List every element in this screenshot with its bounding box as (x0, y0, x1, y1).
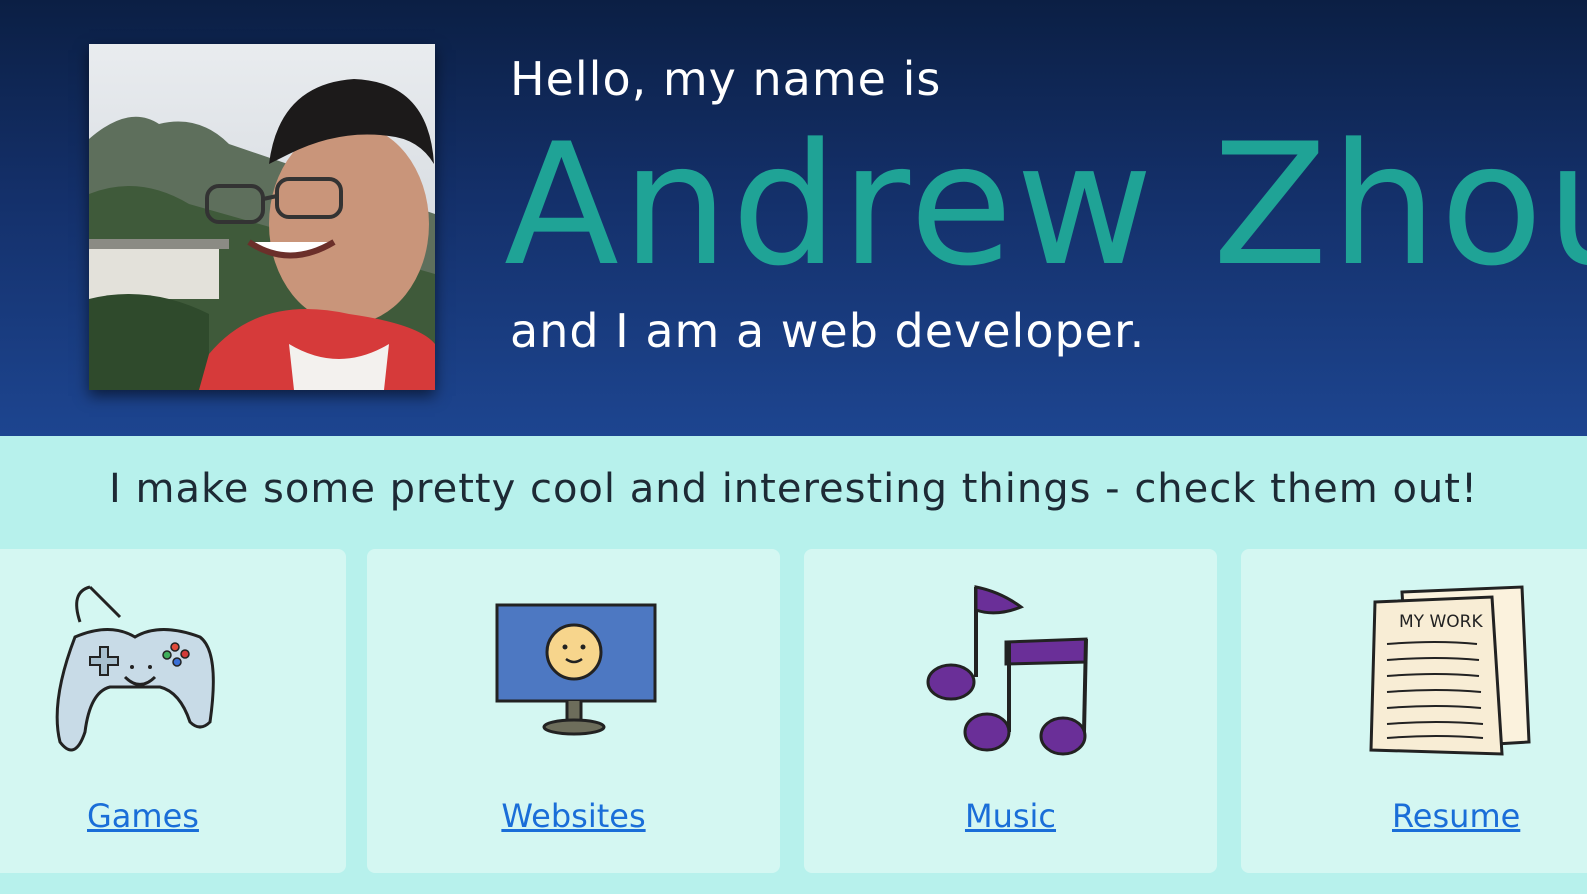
greeting-text: Hello, my name is (510, 52, 942, 106)
profile-photo-image (89, 44, 435, 390)
games-card[interactable]: Games (0, 549, 346, 873)
music-notes-icon (804, 577, 1217, 767)
name-heading: Andrew Zhou (504, 107, 1587, 303)
monitor-smiley-icon (367, 577, 780, 767)
projects-tagline: I make some pretty cool and interesting … (108, 466, 1479, 512)
role-text: and I am a web developer. (510, 304, 1146, 358)
game-controller-icon (0, 577, 346, 767)
resume-link[interactable]: Resume (1241, 797, 1587, 835)
music-link[interactable]: Music (804, 797, 1217, 835)
music-card[interactable]: Music (804, 549, 1217, 873)
resume-card[interactable]: MY WORK Resume (1241, 549, 1587, 873)
resume-document-icon: MY WORK (1241, 577, 1587, 767)
profile-photo (89, 44, 435, 390)
websites-card[interactable]: Websites (367, 549, 780, 873)
games-link[interactable]: Games (0, 797, 346, 835)
websites-link[interactable]: Websites (367, 797, 780, 835)
hero-banner: Hello, my name is Andrew Zhou and I am a… (0, 0, 1587, 436)
resume-icon-text: MY WORK (1399, 612, 1483, 632)
